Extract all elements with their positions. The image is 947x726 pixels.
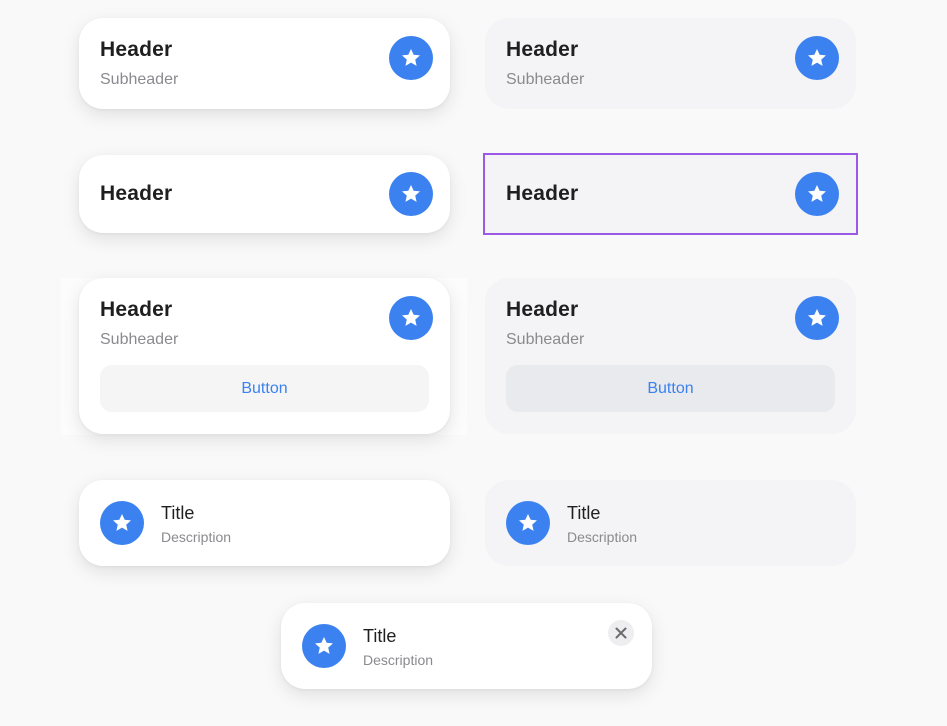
card-with-button-gray[interactable]: Header Subheader Button — [485, 278, 856, 434]
toast-description: Description — [363, 652, 434, 668]
star-icon — [808, 49, 826, 66]
card-subheader: Subheader — [506, 71, 585, 88]
card-with-button-white[interactable]: Header Subheader Button — [79, 278, 450, 434]
star-button[interactable] — [795, 296, 839, 340]
toast-notification[interactable]: Title Description — [281, 603, 652, 689]
card-header-only-white[interactable]: Header — [79, 155, 450, 233]
toast-title: Title — [363, 626, 397, 646]
card-header: Header — [506, 182, 579, 205]
star-button[interactable] — [795, 36, 839, 80]
card-header: Header — [506, 38, 579, 61]
list-card-white[interactable]: Title Description — [79, 480, 450, 566]
card-subheader: Subheader — [506, 331, 585, 348]
card-action-button[interactable]: Button — [506, 365, 835, 412]
card-description: Description — [567, 529, 638, 545]
card-subheader: Subheader — [100, 331, 179, 348]
star-icon — [402, 49, 420, 66]
card-title: Title — [567, 503, 601, 523]
star-avatar — [302, 624, 346, 668]
card-description: Description — [161, 529, 232, 545]
card-header: Header — [100, 38, 173, 61]
card-header-subheader-white[interactable]: Header Subheader — [79, 18, 450, 109]
star-avatar — [506, 501, 550, 545]
star-icon — [808, 185, 826, 202]
star-button[interactable] — [389, 36, 433, 80]
card-header-subheader-gray[interactable]: Header Subheader — [485, 18, 856, 109]
star-icon — [808, 309, 826, 326]
card-action-button[interactable]: Button — [100, 365, 429, 412]
card-header: Header — [100, 182, 173, 205]
card-subheader: Subheader — [100, 71, 179, 88]
star-icon — [113, 514, 131, 531]
card-title: Title — [161, 503, 195, 523]
close-icon — [615, 627, 627, 639]
list-card-gray[interactable]: Title Description — [485, 480, 856, 566]
star-avatar — [100, 501, 144, 545]
star-button[interactable] — [389, 296, 433, 340]
card-header: Header — [506, 298, 579, 321]
star-button[interactable] — [795, 172, 839, 216]
star-icon — [402, 309, 420, 326]
card-header-only-gray-selected[interactable]: Header — [483, 153, 858, 235]
star-button[interactable] — [389, 172, 433, 216]
star-icon — [519, 514, 537, 531]
close-button[interactable] — [608, 620, 634, 646]
card-header: Header — [100, 298, 173, 321]
star-icon — [402, 185, 420, 202]
star-icon — [315, 637, 333, 654]
